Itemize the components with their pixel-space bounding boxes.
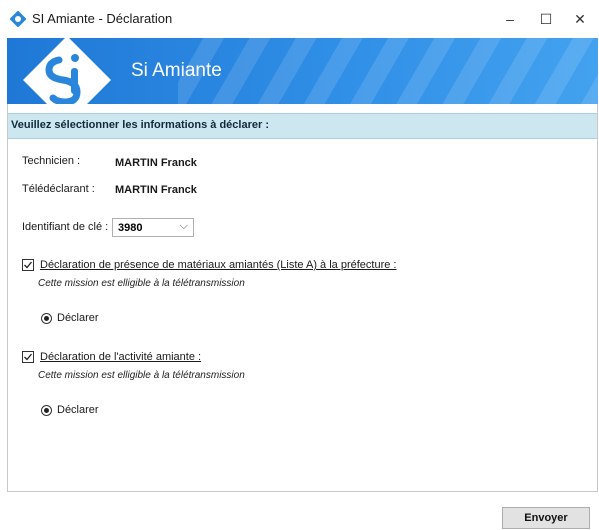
checkmark-icon	[24, 353, 33, 361]
radio-dot-icon	[44, 408, 49, 413]
app-icon	[10, 11, 26, 27]
minimize-button[interactable]: –	[490, 6, 530, 32]
section-header-text: Veuillez sélectionner les informations à…	[11, 119, 269, 131]
declaration-activity-radio-label: Déclarer	[57, 404, 99, 416]
declaration-activity-radio[interactable]	[41, 405, 52, 416]
radio-dot-icon	[44, 316, 49, 321]
section-header: Veuillez sélectionner les informations à…	[7, 113, 598, 139]
key-id-label: Identifiant de clé :	[22, 221, 109, 233]
technician-label: Technicien :	[22, 155, 81, 167]
declaration-activity-checkbox[interactable]	[22, 351, 34, 363]
declaration-activity-title: Déclaration de l'activité amiante :	[40, 351, 202, 363]
declaration-prefecture-checkbox[interactable]	[22, 259, 34, 271]
key-id-value: 3980	[118, 222, 143, 234]
close-button[interactable]: ✕	[560, 6, 599, 32]
teledeclarant-label: Télédéclarant :	[22, 183, 95, 195]
declaration-prefecture-radio[interactable]	[41, 313, 52, 324]
declaration-prefecture-title: Déclaration de présence de matériaux ami…	[40, 259, 397, 271]
banner-pattern	[178, 38, 598, 104]
declaration-prefecture-radio-label: Déclarer	[57, 312, 99, 324]
technician-value: MARTIN Franck	[115, 157, 197, 169]
content-frame	[7, 104, 598, 492]
declaration-prefecture-note: Cette mission est elligible à la télétra…	[38, 278, 245, 289]
declaration-activity-note: Cette mission est elligible à la télétra…	[38, 370, 245, 381]
si-logo-icon	[23, 38, 111, 104]
window-title: SI Amiante - Déclaration	[32, 11, 173, 26]
title-bar: SI Amiante - Déclaration – ☐ ✕	[0, 0, 599, 38]
brand-name: Si Amiante	[131, 60, 222, 81]
header-banner: Si Amiante	[7, 38, 598, 104]
key-id-select[interactable]: 3980 ⌵	[112, 218, 194, 237]
chevron-down-icon: ⌵	[179, 220, 188, 232]
teledeclarant-value: MARTIN Franck	[115, 184, 197, 196]
checkmark-icon	[24, 261, 33, 269]
send-button[interactable]: Envoyer	[502, 507, 590, 529]
